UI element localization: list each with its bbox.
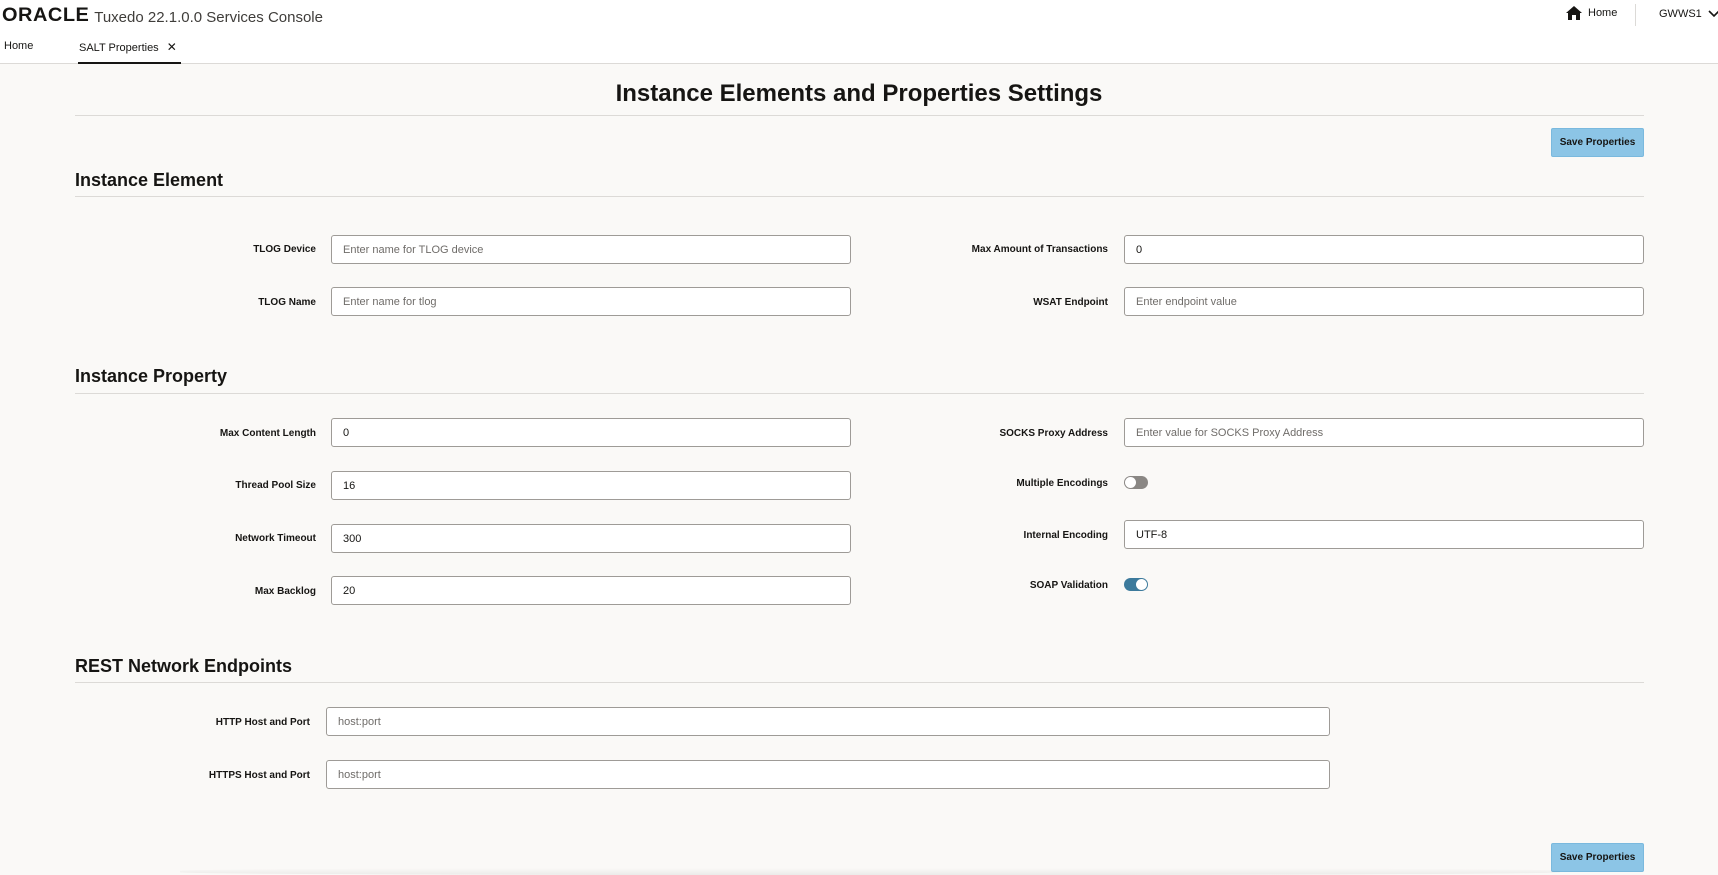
close-icon[interactable]: ✕: [167, 40, 177, 54]
thread-pool-size-label: Thread Pool Size: [235, 480, 316, 491]
max-backlog-input[interactable]: [331, 576, 851, 605]
tlog-name-label: TLOG Name: [258, 297, 316, 308]
max-content-length-label: Max Content Length: [219, 428, 316, 439]
max-transactions-input[interactable]: [1124, 235, 1644, 264]
save-properties-button-bottom[interactable]: Save Properties: [1551, 843, 1644, 872]
multiple-encodings-toggle[interactable]: [1124, 476, 1148, 489]
network-timeout-input[interactable]: [331, 524, 851, 553]
tlog-device-label: TLOG Device: [253, 244, 316, 255]
section-title-instance-property: Instance Property: [75, 366, 228, 386]
page-title: Instance Elements and Properties Setting…: [615, 80, 1103, 107]
brand: ORACLE Tuxedo 22.1.0.0 Services Console: [2, 5, 323, 26]
internal-encoding-input[interactable]: [1124, 520, 1644, 549]
max-content-length-input[interactable]: [331, 418, 851, 447]
user-name: GWWS1: [1659, 8, 1702, 20]
internal-encoding-label: Internal Encoding: [1023, 530, 1108, 541]
https-host-port-input[interactable]: [326, 760, 1330, 789]
max-backlog-label: Max Backlog: [254, 586, 316, 597]
multiple-encodings-label: Multiple Encodings: [1016, 478, 1108, 489]
section-title-instance-element: Instance Element: [75, 170, 224, 190]
toggle-knob: [1136, 579, 1147, 590]
wsat-endpoint-label: WSAT Endpoint: [1033, 297, 1108, 308]
home-icon: [1566, 6, 1582, 20]
socks-proxy-label: SOCKS Proxy Address: [999, 428, 1108, 439]
tlog-name-input[interactable]: [331, 287, 851, 316]
tlog-device-input[interactable]: [331, 235, 851, 264]
network-timeout-label: Network Timeout: [235, 533, 316, 544]
tab-home[interactable]: Home: [4, 40, 33, 64]
wsat-endpoint-input[interactable]: [1124, 287, 1644, 316]
section-divider-instance-element: [75, 196, 1644, 197]
tab-salt-properties[interactable]: SALT Properties ✕: [78, 40, 181, 64]
tab-home-label: Home: [4, 40, 34, 52]
title-divider: [75, 115, 1644, 116]
toggle-knob: [1125, 477, 1136, 488]
section-divider-instance-property: [75, 393, 1644, 394]
section-divider-rest-endpoints: [75, 682, 1644, 683]
http-host-port-label: HTTP Host and Port: [215, 717, 310, 728]
save-properties-button-top[interactable]: Save Properties: [1551, 128, 1644, 157]
tab-salt-properties-label: SALT Properties: [79, 42, 159, 54]
app-title: Tuxedo 22.1.0.0 Services Console: [94, 8, 323, 26]
https-host-port-label: HTTPS Host and Port: [208, 770, 310, 781]
chevron-down-icon: [1708, 10, 1718, 18]
header-home-link[interactable]: Home: [1565, 5, 1617, 21]
http-host-port-input[interactable]: [326, 707, 1330, 736]
section-title-rest-endpoints: REST Network Endpoints: [75, 656, 293, 676]
socks-proxy-input[interactable]: [1124, 418, 1644, 447]
oracle-logo: ORACLE: [2, 5, 90, 26]
thread-pool-size-input[interactable]: [331, 471, 851, 500]
soap-validation-toggle[interactable]: [1124, 578, 1148, 591]
bottom-shadow: [180, 868, 1560, 875]
header-home-label: Home: [1588, 7, 1618, 19]
header-divider: [1635, 4, 1636, 26]
app-header: ORACLE Tuxedo 22.1.0.0 Services Console …: [0, 0, 1718, 64]
user-menu[interactable]: GWWS1: [1659, 8, 1718, 20]
soap-validation-label: SOAP Validation: [1029, 580, 1108, 591]
max-transactions-label: Max Amount of Transactions: [971, 244, 1108, 255]
